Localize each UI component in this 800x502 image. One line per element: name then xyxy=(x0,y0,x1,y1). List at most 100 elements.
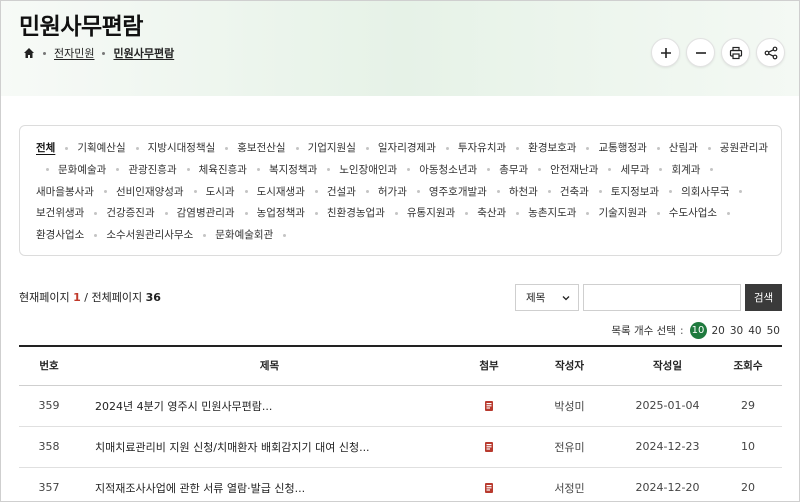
department-filter-item[interactable]: 투자유치과 xyxy=(458,138,506,160)
breadcrumb-e-minwon[interactable]: 전자민원 xyxy=(54,45,94,61)
department-filter-item[interactable]: 복지정책과 xyxy=(269,160,317,182)
per-page-option[interactable]: 40 xyxy=(748,325,761,337)
attachment-file-icon[interactable] xyxy=(483,441,495,453)
department-filter-item[interactable]: 도시재생과 xyxy=(257,182,305,204)
department-filter-item[interactable]: 교통행정과 xyxy=(598,138,646,160)
department-filter-item[interactable]: 아동청소년과 xyxy=(419,160,477,182)
department-separator xyxy=(65,146,69,150)
breadcrumb-minwon-handbook[interactable]: 민원사무편람 xyxy=(113,45,174,61)
department-separator xyxy=(707,146,711,150)
department-separator xyxy=(739,190,743,194)
department-filter-item[interactable]: 전체 xyxy=(36,138,55,160)
department-filter-item[interactable]: 산림과 xyxy=(669,138,698,160)
breadcrumb-separator xyxy=(43,51,46,55)
attachment-file-icon[interactable] xyxy=(483,400,495,412)
post-title-link[interactable]: 2024년 4분기 영주시 민원사무편람... xyxy=(79,385,460,426)
department-filter-item[interactable]: 선비인재양성과 xyxy=(116,182,184,204)
department-filter-item[interactable]: 보건위생과 xyxy=(36,203,84,225)
department-separator xyxy=(295,146,299,150)
department-separator xyxy=(365,146,369,150)
post-date: 2025-01-04 xyxy=(635,399,700,412)
department-filter-item[interactable]: 영주호개발과 xyxy=(429,182,487,204)
post-title-link[interactable]: 치매치료관리비 지원 신청/치매환자 배회감지기 대여 신청... xyxy=(79,426,460,467)
department-filter-item[interactable]: 관광진흥과 xyxy=(128,160,176,182)
column-header-author: 작성자 xyxy=(518,346,621,386)
department-filter-item[interactable]: 기획예산실 xyxy=(77,138,125,160)
department-separator xyxy=(465,211,469,215)
department-filter-item[interactable]: 건강증진과 xyxy=(106,203,154,225)
table-row: 358 치매치료관리비 지원 신청/치매환자 배회감지기 대여 신청... 전유미 2… xyxy=(19,426,782,467)
share-button[interactable] xyxy=(756,38,785,67)
department-separator xyxy=(314,211,318,215)
department-separator xyxy=(416,190,420,194)
share-icon xyxy=(764,46,777,59)
department-separator xyxy=(283,233,287,237)
department-filter-item[interactable]: 축산과 xyxy=(477,203,506,225)
department-filter-item[interactable]: 농촌지도과 xyxy=(528,203,576,225)
zoom-out-button[interactable] xyxy=(686,38,715,67)
search-input[interactable] xyxy=(583,284,741,311)
post-title-link[interactable]: 지적재조사사업에 관한 서류 열람·발급 신청... xyxy=(79,467,460,501)
department-filter-item[interactable]: 환경사업소 xyxy=(36,225,84,247)
department-filter-item[interactable]: 지방시대정책실 xyxy=(148,138,216,160)
department-filter-item[interactable]: 기술지원과 xyxy=(598,203,646,225)
attachment-file-icon[interactable] xyxy=(483,482,495,494)
department-filter-item[interactable]: 문화예술회관 xyxy=(215,225,273,247)
department-separator xyxy=(244,190,248,194)
department-filter-item[interactable]: 안전재난과 xyxy=(550,160,598,182)
per-page-option[interactable]: 10 xyxy=(689,322,707,339)
print-button[interactable] xyxy=(721,38,750,67)
department-filter-item[interactable]: 건축과 xyxy=(560,182,589,204)
department-separator xyxy=(135,146,139,150)
table-row: 359 2024년 4분기 영주시 민원사무편람... 박성미 2025-01-04 2… xyxy=(19,385,782,426)
department-filter-item[interactable]: 하천과 xyxy=(509,182,538,204)
department-filter-item[interactable]: 건설과 xyxy=(327,182,356,204)
post-number: 358 xyxy=(38,440,60,453)
search-field-select[interactable]: 제목 xyxy=(515,284,579,311)
per-page-option[interactable]: 20 xyxy=(712,325,725,337)
department-filter-item[interactable]: 감염병관리과 xyxy=(177,203,235,225)
per-page-option[interactable]: 50 xyxy=(767,325,780,337)
department-separator xyxy=(94,211,98,215)
department-separator xyxy=(598,190,602,194)
per-page-option[interactable]: 30 xyxy=(730,325,743,337)
department-separator xyxy=(516,211,520,215)
department-filter-item[interactable]: 유통지원과 xyxy=(407,203,455,225)
department-filter-item[interactable]: 새마을봉사과 xyxy=(36,182,94,204)
department-separator xyxy=(608,168,612,172)
department-separator xyxy=(225,146,229,150)
home-icon[interactable] xyxy=(23,47,35,59)
department-filter-item[interactable]: 도시과 xyxy=(206,182,235,204)
department-filter-item[interactable]: 농업정책과 xyxy=(257,203,305,225)
department-filter-item[interactable]: 세무과 xyxy=(620,160,649,182)
department-filter-item[interactable]: 일자리경제과 xyxy=(378,138,436,160)
page-tools xyxy=(651,38,785,67)
department-separator xyxy=(94,233,98,237)
post-views: 10 xyxy=(741,440,755,453)
board-table: 번호 제목 첨부 작성자 작성일 조회수 359 2024년 4분기 영주시 민원… xyxy=(19,345,782,501)
department-filter-item[interactable]: 회계과 xyxy=(671,160,700,182)
post-author: 박성미 xyxy=(554,399,585,413)
department-filter-item[interactable]: 총무과 xyxy=(499,160,528,182)
department-filter-item[interactable]: 친환경농업과 xyxy=(327,203,385,225)
department-filter-item[interactable]: 허가과 xyxy=(378,182,407,204)
attachment-cell xyxy=(460,385,518,426)
zoom-in-button[interactable] xyxy=(651,38,680,67)
department-filter-item[interactable]: 토지정보과 xyxy=(611,182,659,204)
department-filter-item[interactable]: 기업지원실 xyxy=(308,138,356,160)
department-filter-item[interactable]: 공원관리과 xyxy=(720,138,768,160)
department-filter-item[interactable]: 의회사무국 xyxy=(681,182,729,204)
department-filter-item[interactable]: 수도사업소 xyxy=(669,203,717,225)
department-separator xyxy=(727,211,731,215)
department-filter-item[interactable]: 문화예술과 xyxy=(58,160,106,182)
department-separator xyxy=(445,146,449,150)
department-filter-item[interactable]: 환경보호과 xyxy=(528,138,576,160)
department-separator xyxy=(407,168,411,172)
search-button[interactable]: 검색 xyxy=(745,284,782,311)
department-filter-item[interactable]: 소수서원관리사무소 xyxy=(106,225,193,247)
department-filter-item[interactable]: 홍보전산실 xyxy=(237,138,285,160)
department-filter-item[interactable]: 노인장애인과 xyxy=(339,160,397,182)
attachment-cell xyxy=(460,426,518,467)
department-separator xyxy=(656,211,660,215)
department-filter-item[interactable]: 체육진흥과 xyxy=(199,160,247,182)
